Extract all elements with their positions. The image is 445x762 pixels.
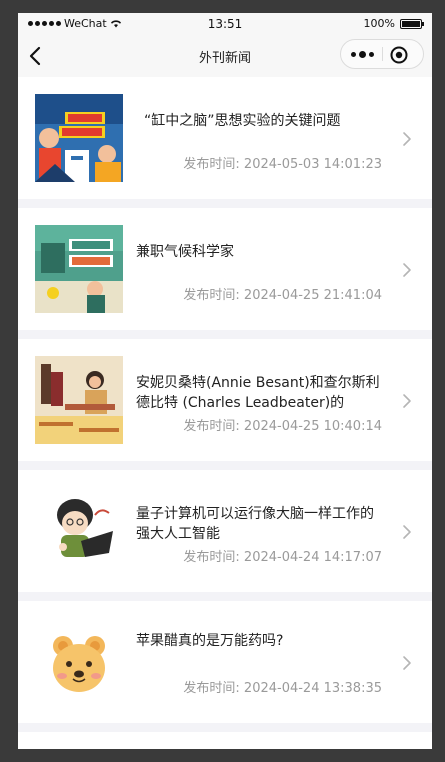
article-thumbnail	[35, 618, 123, 706]
date-value: 2024-04-24 14:17:07	[243, 550, 382, 565]
article-title: 兼职气候科学家	[136, 244, 234, 260]
date-label: 发布时间:	[183, 681, 240, 696]
article-thumbnail	[35, 225, 123, 313]
mini-program-capsule	[340, 39, 424, 69]
article-date: 发布时间: 2024-05-03 14:01:23	[183, 153, 382, 172]
date-value: 2024-05-03 14:01:23	[243, 157, 382, 172]
date-label: 发布时间:	[183, 288, 240, 303]
article-title: “缸中之脑”思想实验的关键问题	[144, 113, 341, 129]
article-list: “缸中之脑”思想实验的关键问题 发布时间: 2024-05-03 14:01:2…	[18, 77, 432, 749]
chevron-right-icon	[403, 132, 411, 146]
battery-status: 100%	[363, 17, 424, 30]
date-label: 发布时间:	[183, 419, 240, 434]
chevron-right-icon	[403, 525, 411, 539]
chevron-right-icon	[403, 656, 411, 670]
article-date: 发布时间: 2024-04-25 10:40:14	[183, 415, 382, 434]
date-label: 发布时间:	[183, 550, 240, 565]
article-title: 苹果醋真的是万能药吗?	[136, 633, 284, 649]
navigation-bar: 外刊新闻	[18, 35, 432, 77]
battery-icon	[400, 18, 424, 29]
date-label: 发布时间:	[183, 157, 240, 172]
date-value: 2024-04-24 13:38:35	[243, 681, 382, 696]
phone-screen: WeChat 13:51 100% 外刊新闻 “缸中之脑”思想实验的关键问题 发…	[18, 13, 432, 749]
capsule-divider	[382, 47, 383, 61]
article-title: 安妮贝桑特(Annie Besant)和查尔斯利德比特 (Charles Lea…	[136, 375, 380, 411]
article-item[interactable]: “缸中之脑”思想实验的关键问题 发布时间: 2024-05-03 14:01:2…	[18, 77, 432, 199]
status-bar: WeChat 13:51 100%	[18, 13, 432, 35]
more-dots-icon[interactable]	[341, 40, 383, 68]
article-date: 发布时间: 2024-04-24 13:38:35	[183, 677, 382, 696]
date-value: 2024-04-25 21:41:04	[243, 288, 382, 303]
article-date: 发布时间: 2024-04-24 14:17:07	[183, 546, 382, 565]
article-date: 发布时间: 2024-04-25 21:41:04	[183, 284, 382, 303]
date-value: 2024-04-25 10:40:14	[243, 419, 382, 434]
chevron-right-icon	[403, 394, 411, 408]
mini-program-close-icon[interactable]	[390, 46, 408, 64]
article-item[interactable]: 安妮贝桑特(Annie Besant)和查尔斯利德比特 (Charles Lea…	[18, 339, 432, 461]
article-item[interactable]: 苹果醋真的是万能药吗? 发布时间: 2024-04-24 13:38:35	[18, 601, 432, 723]
article-thumbnail	[35, 356, 123, 444]
article-title: 量子计算机可以运行像大脑一样工作的强大人工智能	[136, 506, 374, 542]
article-thumbnail	[35, 94, 123, 182]
article-item[interactable]: 量子计算机可以运行像大脑一样工作的强大人工智能 发布时间: 2024-04-24…	[18, 470, 432, 592]
battery-percent: 100%	[363, 17, 395, 30]
chevron-right-icon	[403, 263, 411, 277]
article-item-partial[interactable]	[18, 732, 432, 749]
article-thumbnail	[35, 487, 123, 575]
article-item[interactable]: 兼职气候科学家 发布时间: 2024-04-25 21:41:04	[18, 208, 432, 330]
